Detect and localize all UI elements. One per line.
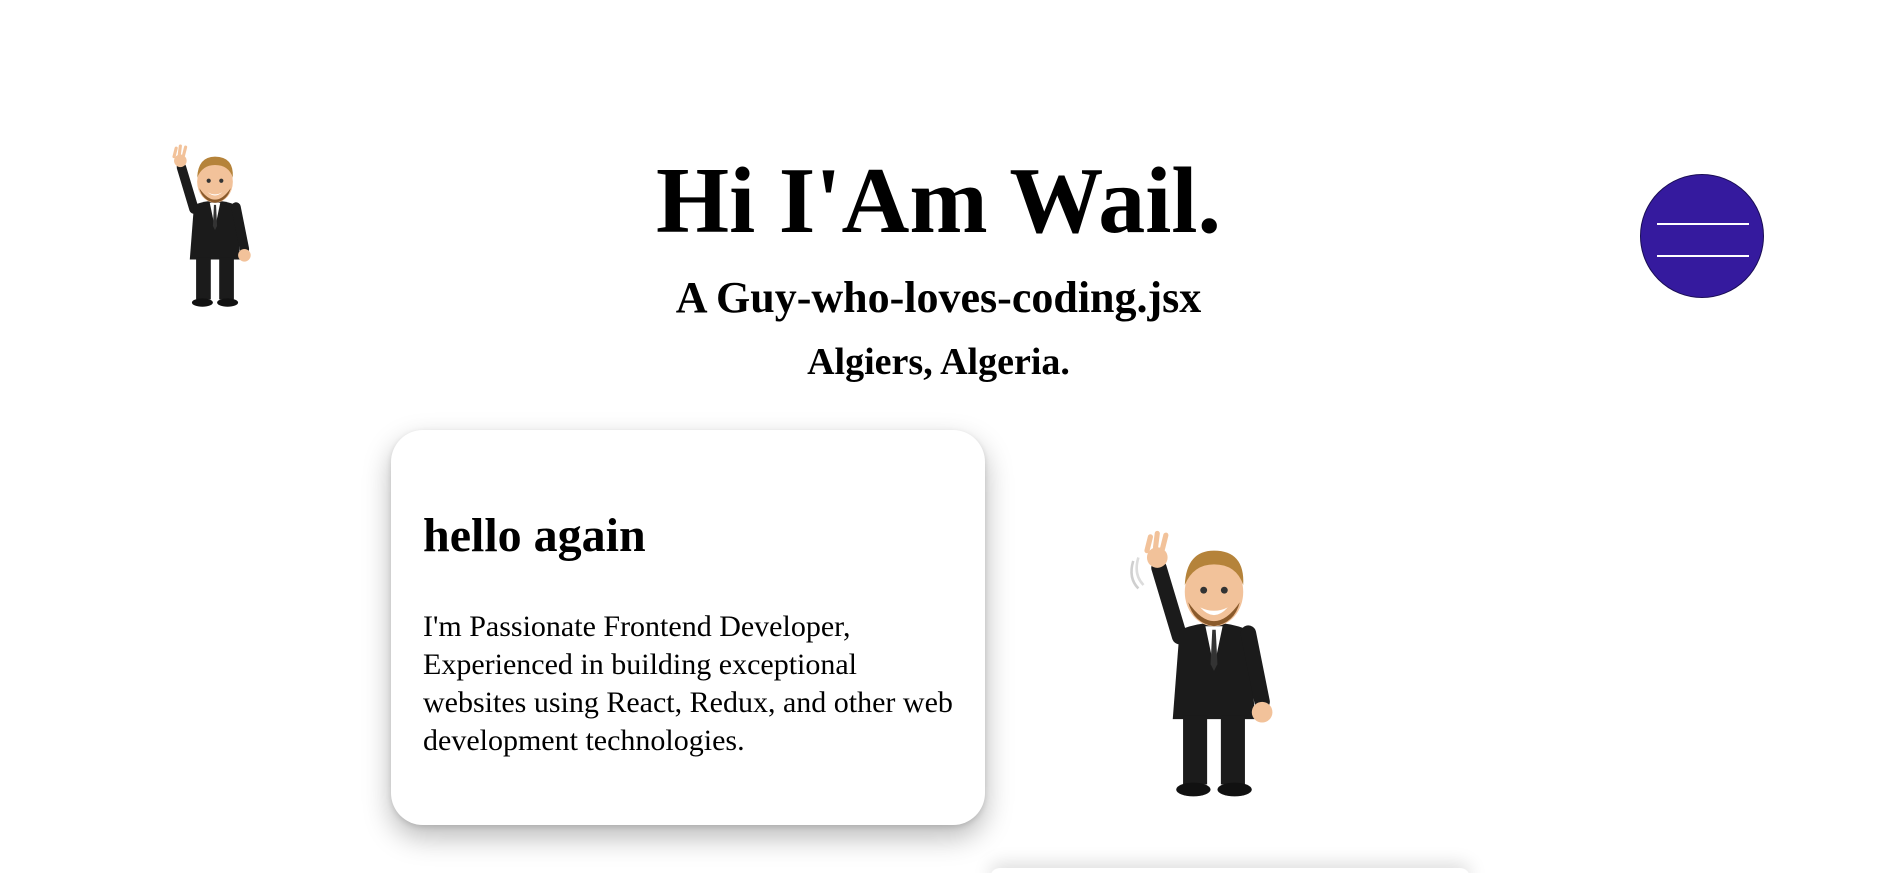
next-card-edge [990, 868, 1470, 873]
about-card-text: I'm Passionate Frontend Developer, Exper… [423, 610, 953, 757]
hero-subtitle: A Guy-who-loves-coding.jsx [675, 273, 1202, 322]
hamburger-menu-icon-line [1657, 255, 1749, 257]
about-card-heading: hello again [423, 509, 646, 562]
about-card: hello again I'm Passionate Frontend Deve… [391, 430, 985, 825]
waving-avatar-large [1130, 530, 1273, 797]
hamburger-menu-icon [1657, 223, 1749, 225]
hero-title: Hi I'Am Wail. [656, 149, 1221, 253]
menu-button[interactable] [1640, 174, 1764, 298]
page: Hi I'Am Wail. A Guy-who-loves-coding.jsx… [0, 0, 1877, 873]
hero-location: Algiers, Algeria. [807, 341, 1070, 383]
